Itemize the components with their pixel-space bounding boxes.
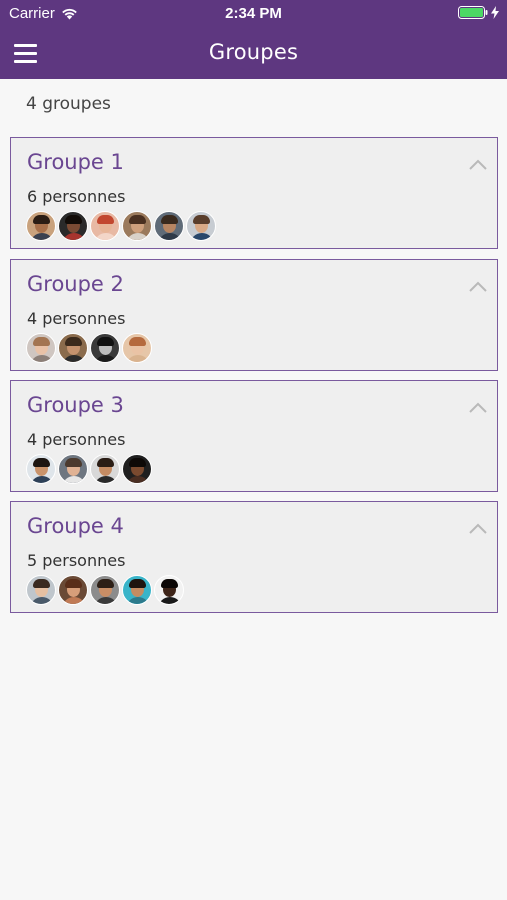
- group-title: Groupe 3: [27, 393, 124, 417]
- battery-indicator: [458, 6, 499, 19]
- chevron-up-icon[interactable]: [468, 158, 488, 172]
- chevron-up-icon[interactable]: [468, 522, 488, 536]
- avatar[interactable]: [90, 454, 120, 484]
- avatar[interactable]: [26, 454, 56, 484]
- status-time: 2:34 PM: [225, 5, 282, 22]
- avatar[interactable]: [186, 211, 216, 241]
- avatar[interactable]: [58, 575, 88, 605]
- group-card[interactable]: Groupe 2 4 personnes: [10, 259, 498, 371]
- avatar[interactable]: [122, 333, 152, 363]
- member-avatars: [26, 211, 216, 241]
- battery-icon: [458, 6, 488, 19]
- avatar[interactable]: [90, 333, 120, 363]
- member-avatars: [26, 454, 152, 484]
- group-card[interactable]: Groupe 3 4 personnes: [10, 380, 498, 492]
- avatar[interactable]: [26, 211, 56, 241]
- avatar[interactable]: [154, 211, 184, 241]
- avatar[interactable]: [58, 211, 88, 241]
- avatar[interactable]: [90, 211, 120, 241]
- avatar[interactable]: [58, 454, 88, 484]
- group-member-count: 4 personnes: [27, 430, 126, 449]
- group-title: Groupe 1: [27, 150, 124, 174]
- avatar[interactable]: [90, 575, 120, 605]
- avatar[interactable]: [26, 575, 56, 605]
- member-avatars: [26, 333, 152, 363]
- group-count-summary: 4 groupes: [26, 94, 111, 114]
- group-card[interactable]: Groupe 1 6 personnes: [10, 137, 498, 249]
- chevron-up-icon[interactable]: [468, 280, 488, 294]
- avatar[interactable]: [26, 333, 56, 363]
- status-bar: Carrier 2:34 PM: [0, 0, 507, 28]
- group-title: Groupe 2: [27, 272, 124, 296]
- avatar[interactable]: [58, 333, 88, 363]
- chevron-up-icon[interactable]: [468, 401, 488, 415]
- group-member-count: 4 personnes: [27, 309, 126, 328]
- avatar[interactable]: [122, 211, 152, 241]
- group-card[interactable]: Groupe 4 5 personnes: [10, 501, 498, 613]
- navigation-bar: Groupes: [0, 28, 507, 79]
- charging-bolt-icon: [491, 6, 499, 19]
- page-title: Groupes: [208, 40, 299, 64]
- group-member-count: 5 personnes: [27, 551, 126, 570]
- group-member-count: 6 personnes: [27, 187, 126, 206]
- member-avatars: [26, 575, 184, 605]
- avatar[interactable]: [122, 575, 152, 605]
- avatar[interactable]: [154, 575, 184, 605]
- group-title: Groupe 4: [27, 514, 124, 538]
- avatar[interactable]: [122, 454, 152, 484]
